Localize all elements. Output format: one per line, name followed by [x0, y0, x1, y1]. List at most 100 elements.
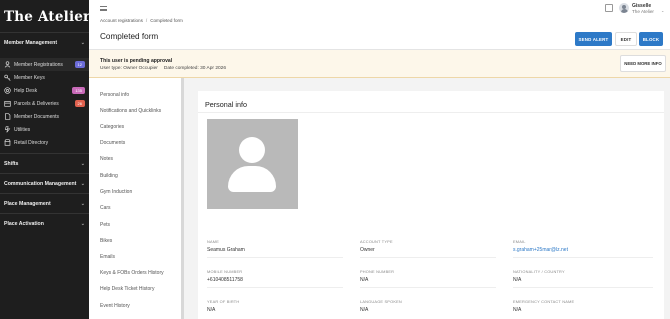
block-button[interactable]: BLOCK: [639, 32, 663, 46]
subnav-keys-fobs-orders[interactable]: Keys & FOBs Orders History: [100, 270, 164, 276]
divider: [513, 257, 653, 258]
sidebar-item-label: Utilities: [14, 126, 31, 133]
section-member-management[interactable]: Member Management ⌄: [0, 32, 89, 53]
subnav-pets[interactable]: Pets: [100, 222, 110, 228]
field-value-phone: N/A: [360, 277, 369, 283]
user-organisation[interactable]: The Atelier: [632, 9, 654, 14]
sidebar-item-retail-directory[interactable]: Retail Directory: [0, 136, 89, 149]
sidebar: The Atelier Member Management ⌄ Member R…: [0, 0, 90, 319]
sidebar-item-member-documents[interactable]: Member Documents: [0, 110, 89, 123]
subnav-notes[interactable]: Notes: [100, 156, 113, 162]
card-title: Personal info: [205, 100, 247, 109]
avatar-head-shape: [239, 137, 265, 163]
field-value-account-type: Owner: [360, 247, 375, 253]
send-alert-button[interactable]: SEND ALERT: [575, 32, 612, 46]
document-icon: [4, 113, 11, 120]
sidebar-item-help-desk[interactable]: Help Desk 135: [0, 84, 89, 97]
help-desk-count-badge: 135: [72, 87, 85, 94]
section-label: Member Management: [4, 40, 58, 46]
sidebar-item-label: Parcels & Deliveries: [14, 100, 59, 107]
section-label: Place Activation: [4, 220, 44, 227]
divider: [207, 287, 343, 288]
chevron-down-icon: ⌄: [80, 220, 85, 227]
divider: [207, 257, 343, 258]
retail-icon: [4, 139, 11, 146]
sidebar-item-member-registrations[interactable]: Member Registrations 12: [0, 58, 89, 71]
calendar-icon[interactable]: [605, 4, 613, 12]
profile-subnav: Personal info Notifications and Quicklin…: [89, 78, 184, 319]
breadcrumb-separator: /: [145, 18, 148, 23]
subnav-cars[interactable]: Cars: [100, 205, 111, 211]
divider: [360, 257, 496, 258]
subnav-bikes[interactable]: Bikes: [100, 238, 112, 244]
section-place-activation[interactable]: Place Activation ⌄: [0, 213, 89, 233]
field-value-emergency-contact: N/A: [513, 307, 522, 313]
page-header: Completed form SEND ALERT EDIT BLOCK: [89, 28, 670, 50]
field-value-name: Seamus Graham: [207, 247, 245, 253]
subnav-emails[interactable]: Emails: [100, 254, 115, 260]
section-shifts[interactable]: Shifts ⌄: [0, 153, 89, 173]
field-label-phone: PHONE NUMBER: [360, 269, 395, 274]
chevron-down-icon: ⌄: [80, 40, 85, 46]
subnav-categories[interactable]: Categories: [100, 124, 124, 130]
divider: [198, 112, 664, 113]
sidebar-item-utilities[interactable]: Utilities: [0, 123, 89, 136]
sidebar-item-member-keys[interactable]: Member Keys: [0, 71, 89, 84]
page-title: Completed form: [100, 32, 159, 41]
help-icon: [4, 87, 11, 94]
avatar-body-shape: [228, 166, 276, 192]
profile-photo-placeholder: [207, 119, 298, 209]
date-completed: Date completed: 30 Apr 2026: [163, 66, 226, 71]
section-label: Shifts: [4, 160, 19, 167]
section-label: Communication Management: [4, 180, 77, 187]
menu-icon[interactable]: [100, 6, 107, 11]
key-icon: [4, 74, 11, 81]
subnav-event-history[interactable]: Event History: [100, 303, 130, 309]
section-place-management[interactable]: Place Management ⌄: [0, 193, 89, 213]
field-label-account-type: ACCOUNT TYPE: [360, 239, 393, 244]
subnav-notifications[interactable]: Notifications and Quicklinks: [100, 108, 161, 114]
sidebar-item-parcels[interactable]: Parcels & Deliveries 26: [0, 97, 89, 110]
field-label-nationality: NATIONALITY / COUNTRY: [513, 269, 565, 274]
sidebar-item-label: Member Registrations: [14, 61, 63, 68]
utilities-icon: [4, 126, 11, 133]
section-communication-management[interactable]: Communication Management ⌄: [0, 173, 89, 193]
field-value-year-of-birth: N/A: [207, 307, 216, 313]
field-label-email: EMAIL: [513, 239, 526, 244]
chevron-down-icon: ⌄: [80, 160, 85, 167]
sidebar-item-label: Member Keys: [14, 74, 45, 81]
sidebar-item-label: Member Documents: [14, 113, 60, 120]
section-label: Place Management: [4, 200, 51, 207]
field-label-mobile: MOBILE NUMBER: [207, 269, 243, 274]
notice-details: User type: Owner Occupier Date completed:…: [100, 66, 226, 71]
chevron-down-icon: ⌄: [80, 200, 85, 207]
field-value-email[interactable]: s.graham+25mar@lz.net: [513, 247, 568, 253]
avatar[interactable]: [619, 3, 629, 13]
pending-approval-notice: This user is pending approval User type:…: [89, 50, 670, 78]
subnav-gym-induction[interactable]: Gym Induction: [100, 189, 132, 195]
person-icon: [4, 61, 11, 68]
sidebar-item-label: Help Desk: [14, 87, 38, 94]
field-value-nationality: N/A: [513, 277, 522, 283]
sidebar-item-label: Retail Directory: [14, 139, 49, 146]
user-type: User type: Owner Occupier: [100, 66, 158, 71]
subnav-documents[interactable]: Documents: [100, 140, 125, 146]
breadcrumb-link[interactable]: Account registrations: [100, 18, 143, 23]
parcel-icon: [4, 100, 11, 107]
field-label-year-of-birth: YEAR OF BIRTH: [207, 299, 240, 304]
subnav-building[interactable]: Building: [100, 173, 118, 179]
subnav-personal-info[interactable]: Personal info: [100, 92, 129, 98]
chevron-down-icon: ⌄: [80, 180, 85, 187]
field-label-language: LANGUAGE SPOKEN: [360, 299, 402, 304]
subnav-help-desk-history[interactable]: Help Desk Ticket History: [100, 286, 154, 292]
field-value-language: N/A: [360, 307, 369, 313]
chevron-down-icon[interactable]: ⌄: [661, 8, 664, 13]
brand-logo[interactable]: The Atelier: [0, 0, 90, 32]
field-value-mobile: +610408511758: [207, 277, 243, 283]
registrations-count-badge: 12: [74, 61, 85, 68]
personal-info-card: Personal info NAME Seamus Graham ACCOUNT…: [198, 91, 664, 319]
edit-button[interactable]: EDIT: [615, 32, 637, 46]
notice-title: This user is pending approval: [100, 58, 173, 64]
need-more-info-button[interactable]: NEED MORE INFO: [620, 55, 666, 72]
divider: [360, 287, 496, 288]
